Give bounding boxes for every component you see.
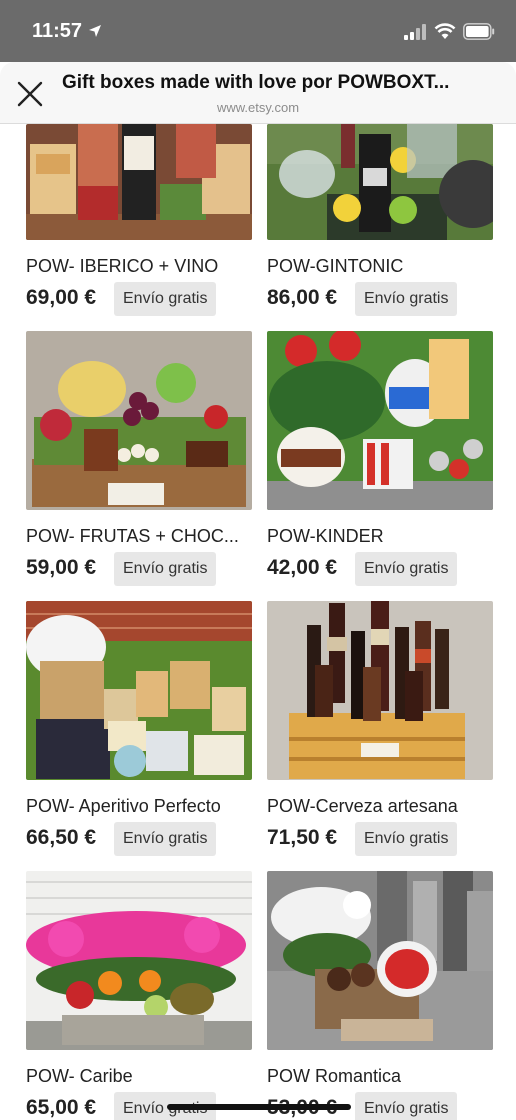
free-shipping-badge: Envío gratis [355, 282, 458, 316]
product-image[interactable] [26, 871, 252, 1050]
product-grid: POW- IBERICO + VINO 69,00 € Envío gratis… [0, 124, 516, 1120]
product-price: 71,50 € [267, 826, 338, 849]
product-title[interactable]: POW-Cerveza artesana [267, 796, 493, 817]
location-arrow-icon [89, 25, 101, 37]
product-title[interactable]: POW Romantica [267, 1066, 493, 1087]
product-price: 86,00 € [267, 286, 338, 309]
product-title[interactable]: POW-KINDER [267, 526, 493, 547]
free-shipping-badge: Envío gratis [114, 822, 217, 856]
product-image[interactable] [26, 124, 252, 240]
product-price: 42,00 € [267, 556, 338, 579]
product-price: 69,00 € [26, 286, 97, 309]
product-price: 65,00 € [26, 1096, 97, 1119]
product-title[interactable]: POW- IBERICO + VINO [26, 256, 252, 277]
product-title[interactable]: POW-GINTONIC [267, 256, 493, 277]
cellular-signal-icon [404, 24, 426, 40]
product-image[interactable] [26, 601, 252, 780]
product-price: 66,50 € [26, 826, 97, 849]
free-shipping-badge: Envío gratis [114, 282, 217, 316]
product-title[interactable]: POW- Aperitivo Perfecto [26, 796, 252, 817]
page-title: Gift boxes made with love por POWBOXT... [62, 72, 450, 93]
page-url: www.etsy.com [216, 100, 300, 115]
status-time: 11:57 [32, 20, 83, 42]
home-indicator[interactable] [167, 1104, 351, 1110]
battery-icon [463, 23, 495, 40]
status-bar: 11:57 [0, 0, 516, 62]
product-image[interactable] [267, 331, 493, 510]
product-image[interactable] [267, 124, 493, 240]
product-title[interactable]: POW- Caribe [26, 1066, 252, 1087]
product-image[interactable] [267, 871, 493, 1050]
wifi-icon [434, 23, 456, 39]
product-title[interactable]: POW- FRUTAS + CHOC... [26, 526, 252, 547]
browser-header: Gift boxes made with love por POWBOXT...… [0, 62, 516, 124]
free-shipping-badge: Envío gratis [355, 552, 458, 586]
product-image[interactable] [26, 331, 252, 510]
product-price: 59,00 € [26, 556, 97, 579]
free-shipping-badge: Envío gratis [355, 1092, 458, 1120]
free-shipping-badge: Envío gratis [355, 822, 458, 856]
product-image[interactable] [267, 601, 493, 780]
free-shipping-badge: Envío gratis [114, 552, 217, 586]
